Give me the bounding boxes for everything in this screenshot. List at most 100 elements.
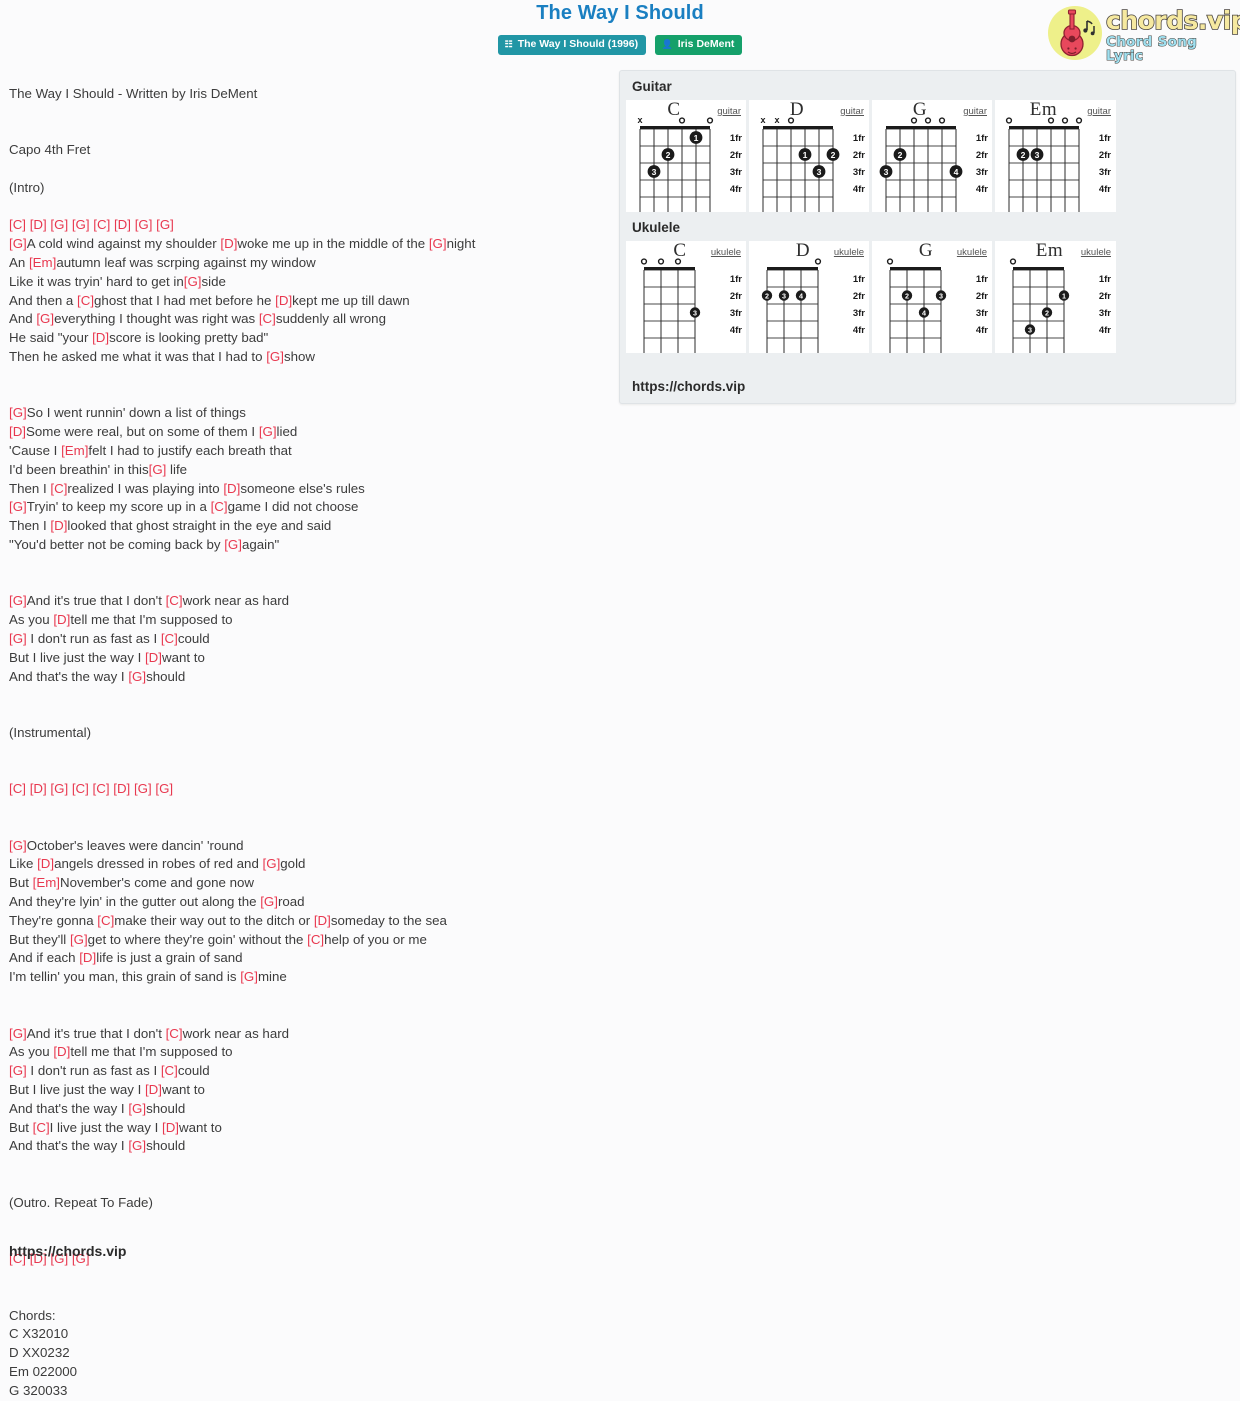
chord-token[interactable]: [C] (9, 217, 26, 232)
chord-token[interactable]: [C] (259, 311, 276, 326)
chord-token[interactable]: [G] (149, 462, 167, 477)
chord-token[interactable]: [G] (263, 856, 281, 871)
chord-token[interactable]: [C] (161, 631, 178, 646)
fret-label: 1fr (1099, 274, 1111, 285)
chord-token[interactable]: [G] (9, 631, 27, 646)
chord-token[interactable]: [C] (72, 781, 89, 796)
chord-token[interactable]: [D] (275, 293, 292, 308)
chord-card[interactable]: Em guitar 2 3 1fr 2fr 3fr 4fr (995, 99, 1116, 212)
lyric-line: [G]And it's true that I don't [C]work ne… (9, 593, 290, 609)
chord-token[interactable]: [Em] (61, 443, 88, 458)
fret-label: 3fr (730, 308, 742, 319)
chord-token[interactable]: [C] (93, 781, 110, 796)
chord-token[interactable]: [D] (223, 481, 240, 496)
chord-token[interactable]: [D] (145, 1082, 162, 1097)
chord-token[interactable]: [G] (429, 236, 447, 251)
chord-token[interactable]: [G] (134, 781, 152, 796)
lyric-line: An [Em]autumn leaf was scrping against m… (9, 254, 316, 270)
chord-token[interactable]: [C] (93, 217, 110, 232)
fret-label: 1fr (853, 274, 865, 285)
chord-card[interactable]: Gukulele 2 3 4 1fr 2fr 3fr 4fr (872, 240, 993, 353)
artist-badge[interactable]: 👤 Iris DeMent (654, 35, 743, 55)
chord-token[interactable]: [D] (9, 424, 26, 439)
chord-card[interactable]: Em ukulele 1 2 3 1fr 2fr 3fr 4fr (995, 240, 1116, 353)
finger-number: 3 (652, 167, 657, 177)
chord-token[interactable]: [G] (9, 236, 27, 251)
chord-token[interactable]: [C] (211, 499, 228, 514)
chord-token[interactable]: [G] (9, 1026, 27, 1041)
open-string-marker (674, 258, 682, 265)
chord-token[interactable]: [D] (30, 781, 47, 796)
fret-label: 3fr (853, 308, 865, 319)
lyric-line: But I live just the way I [D]want to (9, 649, 205, 665)
chord-token[interactable]: [Em] (29, 255, 56, 270)
chord-token[interactable]: [D] (220, 236, 237, 251)
chord-token[interactable]: [D] (114, 217, 131, 232)
chord-token[interactable]: [G] (259, 424, 277, 439)
chord-strip-ukulele: Cukulele 3 1fr 2fr 3fr 4fr Dukulele 2 3 4 1fr 2fr 3f… (620, 240, 1235, 353)
chord-token[interactable]: [G] (155, 781, 173, 796)
chord-token[interactable]: [G] (266, 349, 284, 364)
chord-token[interactable]: [G] (50, 217, 68, 232)
open-string-marker (886, 258, 894, 265)
chord-token[interactable]: [C] (77, 293, 94, 308)
chord-token[interactable]: [D] (79, 950, 96, 965)
chord-token[interactable]: [G] (224, 537, 242, 552)
lyric-spacer (9, 761, 609, 780)
chord-token[interactable]: [Em] (33, 875, 60, 890)
chord-token[interactable]: [G] (128, 669, 146, 684)
chord-token[interactable]: [G] (70, 932, 88, 947)
chord-token[interactable]: [G] (128, 1138, 146, 1153)
fret-label: 3fr (730, 167, 742, 178)
site-logo[interactable]: chords.vip Chord Song Lyric (1040, 2, 1240, 64)
footer-url[interactable]: https://chords.vip (9, 1243, 126, 1259)
chord-token[interactable]: [C] (166, 593, 183, 608)
chord-token[interactable]: [D] (145, 650, 162, 665)
chord-token[interactable]: [G] (50, 781, 68, 796)
panel-url[interactable]: https://chords.vip (632, 379, 745, 394)
chord-token[interactable]: [G] (9, 1063, 27, 1078)
chord-token[interactable]: [G] (9, 499, 27, 514)
chord-token[interactable]: [C] (97, 913, 114, 928)
chord-token[interactable]: [D] (162, 1120, 179, 1135)
chord-token[interactable]: [C] (33, 1120, 50, 1135)
lyric-spacer (9, 160, 609, 179)
chord-card[interactable]: Cguitar x 1 2 3 1fr 2fr 3fr 4fr (626, 99, 747, 212)
album-badge[interactable]: ☷ The Way I Should (1996) (497, 35, 647, 55)
chord-token[interactable]: [G] (260, 894, 278, 909)
chord-token[interactable]: [C] (166, 1026, 183, 1041)
chord-token[interactable]: [C] (161, 1063, 178, 1078)
chord-token[interactable]: [D] (53, 1044, 70, 1059)
chord-token[interactable]: [D] (30, 217, 47, 232)
chord-token[interactable]: [D] (37, 856, 54, 871)
lyric-line: "You'd better not be coming back by [G]a… (9, 536, 280, 552)
chord-card[interactable]: Cukulele 3 1fr 2fr 3fr 4fr (626, 240, 747, 353)
chord-token[interactable]: [G] (9, 838, 27, 853)
chord-token[interactable]: [G] (9, 405, 27, 420)
chord-token[interactable]: [D] (314, 913, 331, 928)
chord-token[interactable]: [C] (50, 481, 67, 496)
chord-token[interactable]: [G] (72, 217, 90, 232)
lyric-spacer (9, 1213, 609, 1232)
chord-token[interactable]: [D] (92, 330, 109, 345)
chord-token[interactable]: [G] (128, 1101, 146, 1116)
lyric-spacer (9, 122, 609, 141)
lyric-line: But I live just the way I [D]want to (9, 1082, 205, 1098)
chord-token[interactable]: [C] (307, 932, 324, 947)
chord-token[interactable]: [G] (156, 217, 174, 232)
chord-token[interactable]: [D] (113, 781, 130, 796)
chord-token[interactable]: [G] (9, 593, 27, 608)
open-string-marker (706, 117, 714, 124)
chord-token[interactable]: [G] (135, 217, 153, 232)
chord-card[interactable]: Dguitar x x 1 2 3 1fr 2fr 3fr 4fr (749, 99, 870, 212)
chord-token[interactable]: [G] (184, 274, 202, 289)
chord-card[interactable]: Dukulele 2 3 4 1fr 2fr 3fr 4fr (749, 240, 870, 353)
chord-token[interactable]: [D] (53, 612, 70, 627)
chord-card[interactable]: Gguitar 2 3 4 1fr 2fr 3fr 4fr (872, 99, 993, 212)
fret-label: 1fr (853, 133, 865, 144)
chord-token[interactable]: [D] (50, 518, 67, 533)
chord-token[interactable]: [C] (9, 781, 26, 796)
fret-label: 2fr (730, 150, 742, 161)
chord-token[interactable]: [G] (36, 311, 54, 326)
chord-token[interactable]: [G] (240, 969, 258, 984)
